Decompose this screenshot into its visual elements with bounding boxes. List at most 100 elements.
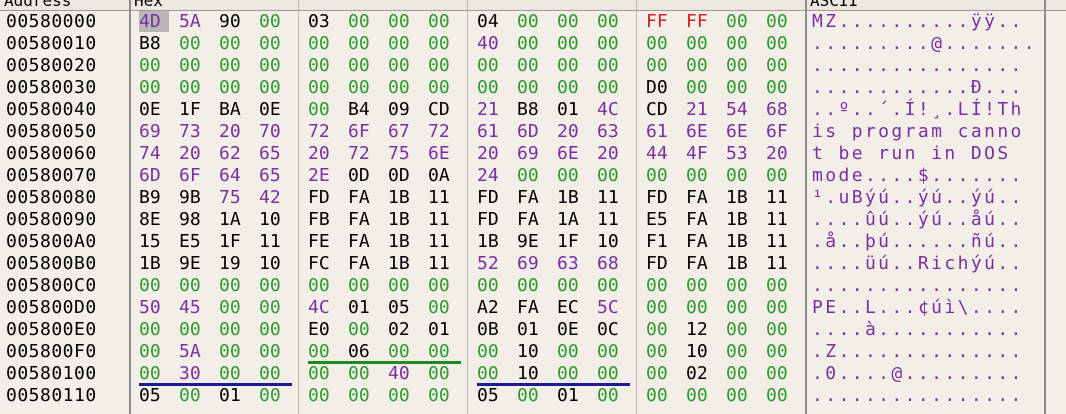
hex-byte[interactable]: 6F (179, 165, 209, 186)
hex-byte[interactable]: FB (308, 209, 338, 230)
hex-byte[interactable]: 24 (477, 165, 507, 186)
hex-byte[interactable]: 00 (348, 385, 378, 406)
hex-byte[interactable]: 02 (686, 363, 716, 384)
hex-byte[interactable]: 11 (597, 187, 627, 208)
hex-byte[interactable]: FD (308, 187, 338, 208)
row-address[interactable]: 00580000 (6, 11, 97, 32)
hex-byte[interactable]: 00 (428, 297, 458, 318)
hex-byte[interactable]: 8E (139, 209, 169, 230)
hex-byte[interactable]: 63 (597, 121, 627, 142)
hex-byte[interactable]: 00 (259, 385, 289, 406)
hex-byte[interactable]: 00 (388, 385, 418, 406)
hex-byte[interactable]: 11 (597, 209, 627, 230)
hex-byte[interactable]: 11 (428, 187, 458, 208)
hex-byte[interactable]: 6E (686, 121, 716, 142)
hex-byte[interactable]: 0E (139, 99, 169, 120)
hex-byte[interactable]: 68 (766, 99, 796, 120)
row-ascii[interactable]: ....üú..Richýú.. (812, 253, 1024, 274)
hex-byte[interactable]: 6E (726, 121, 756, 142)
hex-byte[interactable]: 5A (179, 11, 209, 32)
hex-byte[interactable]: 00 (308, 99, 338, 120)
hex-byte[interactable]: 65 (259, 143, 289, 164)
row-ascii[interactable]: PE..L...¢úì\.... (812, 297, 1024, 318)
hex-byte[interactable]: 53 (726, 143, 756, 164)
hex-byte[interactable]: 00 (686, 77, 716, 98)
hex-byte[interactable]: 61 (646, 121, 676, 142)
hex-byte[interactable]: 12 (686, 319, 716, 340)
hex-byte[interactable]: 10 (259, 209, 289, 230)
hex-byte[interactable]: 00 (766, 77, 796, 98)
hex-byte[interactable]: 00 (517, 275, 547, 296)
hex-byte[interactable]: 00 (686, 165, 716, 186)
hex-byte[interactable]: 00 (557, 55, 587, 76)
hex-byte[interactable]: E0 (308, 319, 338, 340)
hex-byte[interactable]: 00 (646, 319, 676, 340)
hex-byte[interactable]: 1B (726, 253, 756, 274)
row-address[interactable]: 00580030 (6, 77, 97, 98)
hex-byte[interactable]: 50 (139, 297, 169, 318)
hex-byte[interactable]: 00 (517, 33, 547, 54)
hex-byte[interactable]: E5 (646, 209, 676, 230)
hex-byte[interactable]: 00 (766, 341, 796, 362)
hex-byte[interactable]: 10 (517, 341, 547, 362)
hex-byte[interactable]: 00 (428, 363, 458, 384)
hex-byte[interactable]: 00 (348, 363, 378, 384)
hex-byte[interactable]: 00 (308, 385, 338, 406)
hex-byte[interactable]: 00 (219, 77, 249, 98)
hex-byte[interactable]: 00 (259, 297, 289, 318)
hex-byte[interactable]: 00 (179, 319, 209, 340)
row-address[interactable]: 00580080 (6, 187, 97, 208)
row-address[interactable]: 005800C0 (6, 275, 97, 296)
hex-byte[interactable]: 00 (646, 363, 676, 384)
hex-byte[interactable]: 00 (766, 11, 796, 32)
hex-byte[interactable]: 63 (557, 253, 587, 274)
hex-byte[interactable]: 21 (686, 99, 716, 120)
hex-byte[interactable]: 00 (428, 275, 458, 296)
hex-byte[interactable]: FA (348, 187, 378, 208)
hex-byte[interactable]: 1F (219, 231, 249, 252)
hex-byte[interactable]: 00 (259, 55, 289, 76)
hex-byte[interactable]: 1A (557, 209, 587, 230)
hex-byte[interactable]: 00 (766, 297, 796, 318)
hex-byte[interactable]: 00 (686, 297, 716, 318)
hex-byte[interactable]: B9 (139, 187, 169, 208)
hex-byte[interactable]: 00 (179, 385, 209, 406)
hex-byte[interactable]: 00 (219, 341, 249, 362)
hex-byte[interactable]: FA (517, 187, 547, 208)
hex-byte[interactable]: CD (428, 99, 458, 120)
hex-byte[interactable]: 6F (766, 121, 796, 142)
hex-byte[interactable]: 1B (726, 187, 756, 208)
hex-byte[interactable]: 00 (308, 363, 338, 384)
hex-byte[interactable]: 19 (219, 253, 249, 274)
hex-byte[interactable]: EC (557, 297, 587, 318)
address-column-header[interactable]: Address (0, 0, 130, 10)
hex-byte[interactable]: 00 (477, 341, 507, 362)
hex-byte[interactable]: FA (517, 209, 547, 230)
hex-byte[interactable]: 00 (597, 77, 627, 98)
hex-byte[interactable]: 00 (686, 385, 716, 406)
hex-byte[interactable]: 00 (646, 341, 676, 362)
hex-byte[interactable]: 00 (597, 341, 627, 362)
hex-byte[interactable]: 9E (179, 253, 209, 274)
hex-byte[interactable]: 20 (557, 121, 587, 142)
hex-byte[interactable]: 00 (517, 165, 547, 186)
hex-byte[interactable]: A2 (477, 297, 507, 318)
hex-byte[interactable]: 00 (259, 77, 289, 98)
hex-column-header[interactable]: Hex (130, 0, 806, 10)
hex-byte[interactable]: 4D (139, 11, 169, 32)
hex-byte[interactable]: 00 (308, 33, 338, 54)
hex-byte[interactable]: 06 (348, 341, 378, 362)
hex-byte[interactable]: 00 (388, 33, 418, 54)
hex-byte[interactable]: 11 (766, 231, 796, 252)
hex-byte[interactable]: 52 (477, 253, 507, 274)
hex-byte[interactable]: 00 (259, 319, 289, 340)
row-ascii[interactable]: ....à........... (812, 319, 1024, 340)
hex-byte[interactable]: 30 (179, 363, 209, 384)
hex-byte[interactable]: 00 (557, 165, 587, 186)
hex-byte[interactable]: 00 (388, 341, 418, 362)
row-address[interactable]: 00580010 (6, 33, 97, 54)
hex-byte[interactable]: 00 (766, 33, 796, 54)
hex-byte[interactable]: E5 (179, 231, 209, 252)
hex-byte[interactable]: 1B (388, 231, 418, 252)
hex-byte[interactable]: 74 (139, 143, 169, 164)
